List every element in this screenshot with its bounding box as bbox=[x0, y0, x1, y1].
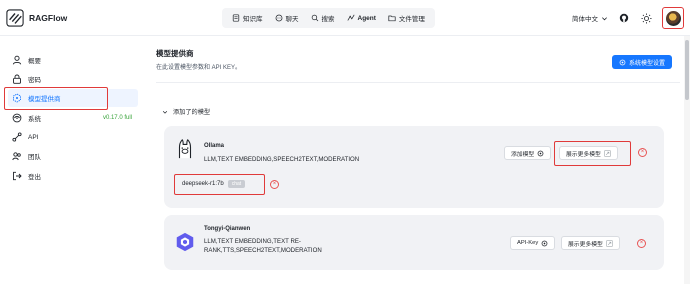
nav-label: 聊天 bbox=[285, 16, 299, 23]
added-models-toggle[interactable]: 添加了的模型 bbox=[162, 107, 210, 116]
nav-search[interactable]: 搜索 bbox=[305, 10, 341, 26]
nav-file-management[interactable]: 文件管理 bbox=[382, 10, 431, 26]
page-scrollbar[interactable] bbox=[684, 36, 690, 284]
page-subtitle: 在此设置模型参数和 API KEY。 bbox=[156, 65, 242, 71]
scrollbar-thumb[interactable] bbox=[685, 40, 689, 100]
provider-tags: LLM,TEXT EMBEDDING,SPEECH2TEXT,MODERATIO… bbox=[204, 156, 360, 163]
sidebar-item-system[interactable]: 系统 v0.17.0 full bbox=[8, 109, 138, 127]
settings-sidebar: 概要 密码 模型提供商 系统 v0.17.0 full API 团队 登出 bbox=[0, 36, 140, 284]
provider-name: Ollama bbox=[204, 143, 225, 149]
api-icon bbox=[12, 132, 22, 142]
ollama-logo-icon bbox=[178, 139, 192, 159]
app-logo[interactable]: RAGFlow bbox=[6, 9, 67, 27]
theme-toggle-button[interactable] bbox=[640, 12, 652, 24]
provider-name: Tongyi-Qianwen bbox=[204, 226, 251, 232]
button-label: 添加模型 bbox=[511, 151, 535, 158]
remove-model-icon[interactable]: × bbox=[270, 180, 279, 189]
team-icon bbox=[12, 152, 21, 161]
api-key-button[interactable]: API-Key bbox=[510, 236, 556, 250]
agent-icon bbox=[346, 14, 355, 21]
github-icon bbox=[619, 13, 629, 23]
sidebar-item-password[interactable]: 密码 bbox=[8, 70, 138, 88]
add-model-button[interactable]: 添加模型 bbox=[504, 146, 552, 160]
nav-label: 搜索 bbox=[321, 16, 335, 23]
nav-label: 知识库 bbox=[243, 16, 263, 23]
highlight-box-show-more bbox=[554, 141, 631, 166]
sidebar-item-label: 概要 bbox=[28, 58, 41, 65]
page-title: 模型提供商 bbox=[156, 49, 194, 58]
sidebar-item-profile[interactable]: 概要 bbox=[8, 51, 138, 69]
header-actions: 简体中文 bbox=[572, 7, 684, 29]
app-name: RAGFlow bbox=[29, 13, 68, 23]
show-more-models-button[interactable]: 展示更多模型 bbox=[561, 236, 620, 250]
button-label: API-Key bbox=[517, 240, 539, 246]
added-models-label: 添加了的模型 bbox=[173, 109, 211, 116]
button-label: 展示更多模型 bbox=[568, 241, 603, 248]
settings-icon bbox=[537, 150, 544, 156]
top-bar: RAGFlow 知识库 聊天 搜索 Agent 文件管理 简体中文 bbox=[0, 0, 690, 36]
sidebar-item-label: 登出 bbox=[28, 174, 41, 181]
nav-label: 文件管理 bbox=[398, 16, 425, 23]
system-model-settings-button[interactable]: 系统模型设置 bbox=[611, 55, 672, 69]
language-select[interactable]: 简体中文 bbox=[572, 13, 608, 23]
system-icon bbox=[12, 113, 22, 123]
main-nav: 知识库 聊天 搜索 Agent 文件管理 bbox=[222, 8, 435, 28]
provider-tags-line2: RANK,TTS,SPEECH2TEXT,MODERATION bbox=[204, 247, 322, 254]
provider-card-ollama: Ollama LLM,TEXT EMBEDDING,SPEECH2TEXT,MO… bbox=[164, 126, 664, 208]
github-button[interactable] bbox=[618, 12, 630, 24]
sun-icon bbox=[640, 12, 652, 24]
user-icon bbox=[12, 55, 22, 65]
chat-icon bbox=[275, 14, 282, 22]
language-label: 简体中文 bbox=[572, 16, 598, 23]
sidebar-item-label: API bbox=[28, 133, 39, 141]
avatar bbox=[665, 10, 681, 26]
expand-icon bbox=[606, 239, 613, 247]
nav-label: Agent bbox=[357, 14, 376, 22]
settings-icon bbox=[541, 240, 548, 246]
main-content: 模型提供商 在此设置模型参数和 API KEY。 系统模型设置 添加了的模型 O… bbox=[140, 36, 682, 284]
button-label: 系统模型设置 bbox=[628, 60, 665, 67]
highlight-box-model bbox=[174, 174, 265, 195]
nav-chat[interactable]: 聊天 bbox=[269, 10, 305, 26]
sidebar-item-label: 团队 bbox=[28, 154, 41, 161]
divider bbox=[156, 82, 680, 83]
sidebar-item-logout[interactable]: 登出 bbox=[8, 167, 138, 185]
sidebar-item-label: 密码 bbox=[28, 77, 41, 84]
tongyi-logo-icon bbox=[176, 232, 194, 252]
book-icon bbox=[232, 14, 240, 22]
remove-provider-icon[interactable]: × bbox=[637, 239, 646, 248]
version-label: v0.17.0 full bbox=[102, 115, 132, 121]
settings-icon bbox=[619, 59, 626, 65]
logout-icon bbox=[13, 171, 22, 181]
sidebar-item-api[interactable]: API bbox=[8, 128, 138, 146]
chevron-down-icon bbox=[162, 110, 168, 114]
sidebar-item-team[interactable]: 团队 bbox=[8, 147, 138, 165]
provider-card-tongyi-qianwen: Tongyi-Qianwen LLM,TEXT EMBEDDING,TEXT R… bbox=[164, 215, 664, 270]
search-icon bbox=[311, 14, 318, 22]
provider-tags-line1: LLM,TEXT EMBEDDING,TEXT RE- bbox=[204, 238, 301, 245]
remove-provider-icon[interactable]: × bbox=[638, 148, 647, 157]
nav-knowledge-base[interactable]: 知识库 bbox=[226, 10, 269, 26]
nav-agent[interactable]: Agent bbox=[341, 10, 382, 26]
chevron-down-icon bbox=[602, 16, 607, 20]
user-avatar-button[interactable] bbox=[662, 7, 684, 29]
lock-icon bbox=[13, 74, 21, 84]
ragflow-logo-icon bbox=[6, 9, 24, 27]
highlight-box-sidebar bbox=[4, 87, 108, 110]
folder-icon bbox=[388, 15, 396, 22]
sidebar-item-label: 系统 bbox=[28, 116, 41, 123]
